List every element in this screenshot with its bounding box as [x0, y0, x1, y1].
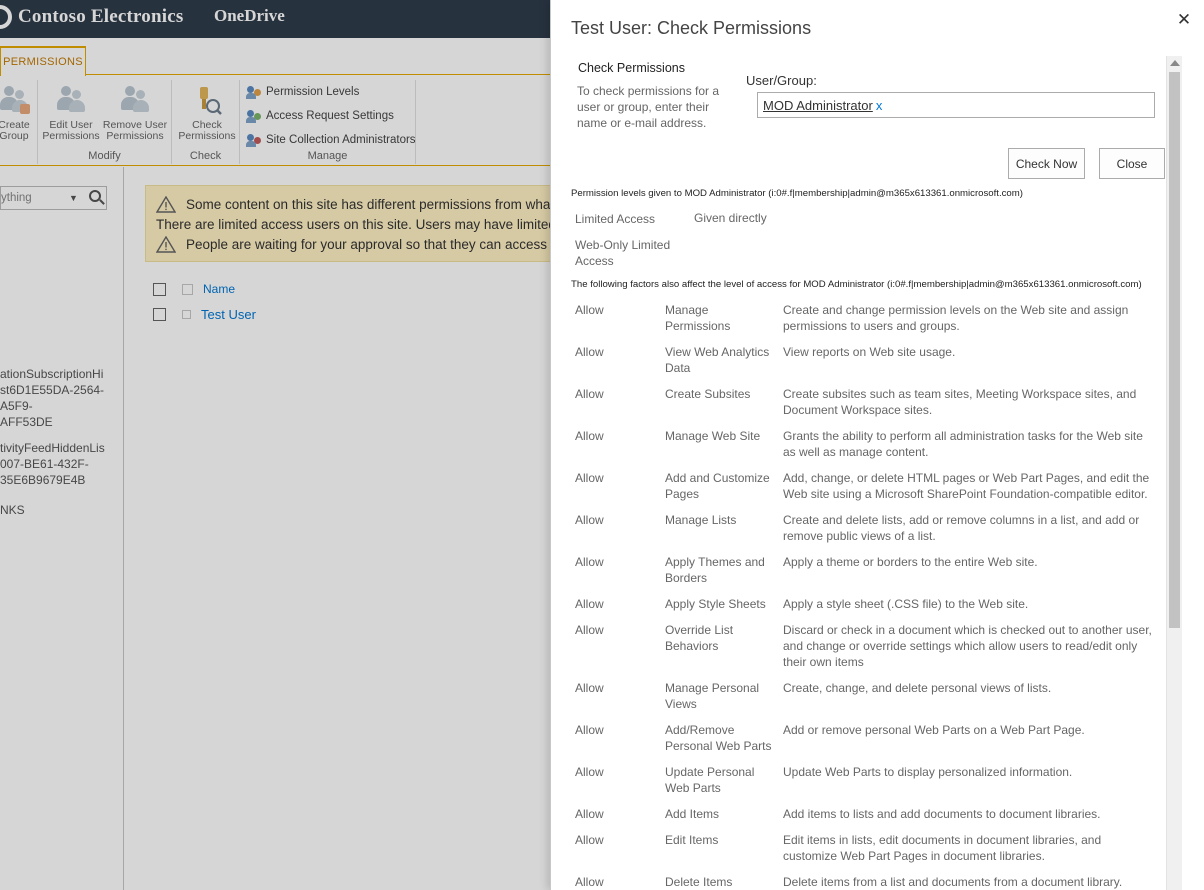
check-permissions-description: To check permissions for a user or group…	[577, 84, 720, 130]
permission-allow: Allow	[575, 471, 604, 485]
permission-name: Manage Permissions	[665, 303, 731, 333]
permission-name: Apply Style Sheets	[665, 597, 766, 611]
permission-description: Create, change, and delete personal view…	[783, 681, 1052, 695]
permission-description: Discard or check in a document which is …	[783, 623, 1152, 669]
permission-name: Edit Items	[665, 833, 719, 847]
permission-description: Apply a theme or borders to the entire W…	[783, 555, 1038, 569]
level-limited-access: Limited Access	[575, 212, 656, 226]
permission-allow: Allow	[575, 681, 604, 695]
permission-description: Create subsites such as team sites, Meet…	[783, 387, 1137, 417]
permission-name: Add and Customize Pages	[665, 471, 770, 501]
permission-name: View Web Analytics Data	[665, 345, 770, 375]
check-permissions-dialog: Test User: Check Permissions ✕ Check Per…	[550, 0, 1204, 890]
permission-description: Add, change, or delete HTML pages or Web…	[783, 471, 1150, 501]
scroll-thumb[interactable]	[1169, 72, 1180, 628]
permission-allow: Allow	[575, 429, 604, 443]
permission-allow: Allow	[575, 513, 604, 527]
permission-description: Apply a style sheet (.CSS file) to the W…	[783, 597, 1029, 611]
close-icon[interactable]: ✕	[1175, 11, 1193, 29]
permission-name: Apply Themes and Borders	[665, 555, 765, 585]
permission-description: Add or remove personal Web Parts on a We…	[783, 723, 1085, 737]
permission-description: Add items to lists and add documents to …	[783, 807, 1101, 821]
permission-description: View reports on Web site usage.	[783, 345, 956, 359]
permission-name: Delete Items	[665, 875, 733, 889]
permission-name: Update Personal Web Parts	[665, 765, 755, 795]
permission-allow: Allow	[575, 765, 604, 779]
remove-user-button[interactable]: x	[876, 98, 883, 113]
close-button[interactable]: Close	[1099, 148, 1165, 179]
permission-name: Create Subsites	[665, 387, 751, 401]
permission-allow: Allow	[575, 875, 604, 889]
permission-name: Add Items	[665, 807, 720, 821]
permission-levels-title: Permission levels given to MOD Administr…	[571, 188, 1023, 199]
scroll-up-arrow-icon[interactable]	[1170, 60, 1180, 66]
permission-allow: Allow	[575, 387, 604, 401]
permission-description: Create and change permission levels on t…	[783, 303, 1129, 333]
permission-description: Update Web Parts to display personalized…	[783, 765, 1073, 779]
permission-name: Override List Behaviors	[665, 623, 734, 653]
check-now-button[interactable]: Check Now	[1008, 148, 1085, 179]
permission-description: Create and delete lists, add or remove c…	[783, 513, 1140, 543]
permission-name: Manage Personal Views	[665, 681, 760, 711]
permission-allow: Allow	[575, 597, 604, 611]
user-group-input[interactable]: MOD Administrator x	[757, 92, 1155, 118]
level-limited-access-how: Given directly	[694, 211, 767, 225]
permission-allow: Allow	[575, 807, 604, 821]
dialog-scrollbar[interactable]	[1166, 56, 1182, 890]
permission-allow: Allow	[575, 833, 604, 847]
level-web-only-limited-access: Web-Only Limited Access	[575, 238, 671, 268]
permission-name: Manage Lists	[665, 513, 737, 527]
permission-name: Manage Web Site	[665, 429, 761, 443]
permission-name: Add/Remove Personal Web Parts	[665, 723, 772, 753]
permission-allow: Allow	[575, 623, 604, 637]
check-permissions-heading: Check Permissions	[578, 61, 685, 75]
dialog-title: Test User: Check Permissions	[571, 18, 812, 38]
permission-description: Edit items in lists, edit documents in d…	[783, 833, 1102, 863]
user-group-label: User/Group:	[746, 73, 817, 88]
permission-description: Grants the ability to perform all admini…	[783, 429, 1143, 459]
permission-allow: Allow	[575, 345, 604, 359]
permission-allow: Allow	[575, 555, 604, 569]
permission-description: Delete items from a list and documents f…	[783, 875, 1123, 889]
permission-allow: Allow	[575, 723, 604, 737]
permission-allow: Allow	[575, 303, 604, 317]
resolved-user-name[interactable]: MOD Administrator	[763, 98, 873, 113]
factors-title: The following factors also affect the le…	[571, 279, 1142, 290]
